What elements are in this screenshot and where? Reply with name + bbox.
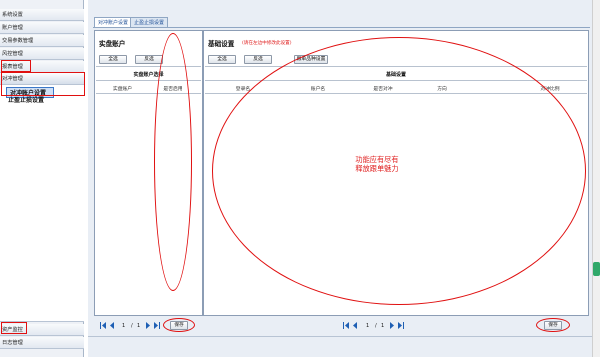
right-page-current[interactable]: 1 [366,323,369,329]
right-first-page-icon[interactable] [343,322,349,329]
sidebar-item-account-management[interactable]: 账户管理 [0,22,84,34]
next-page-icon[interactable] [145,322,151,329]
scrollbar-thumb[interactable] [593,262,600,276]
annotation-ellipse-basic-settings [212,37,586,305]
basic-settings-title: 基础设置 [208,40,235,48]
annotation-box-hedge-management [1,72,85,96]
left-page-current[interactable]: 1 [122,323,125,329]
left-page-total: 1 [137,323,141,329]
right-invert-selection-button[interactable]: 反选 [244,55,272,64]
right-prev-page-icon[interactable] [352,322,358,329]
vertical-scrollbar[interactable] [592,0,600,357]
sidebar-item-risk-control[interactable]: 风控管理 [0,48,84,60]
annotation-box-reports [1,60,31,72]
left-page-separator: / [131,323,133,329]
first-page-icon[interactable] [100,322,106,329]
tab-divider [93,27,590,28]
annotation-ellipse-account-list [154,33,192,291]
right-select-all-button[interactable]: 全选 [208,55,236,64]
left-invert-selection-button[interactable]: 反选 [135,55,163,64]
prev-page-icon[interactable] [109,322,115,329]
sidebar-item-trade-params[interactable]: 交易参数管理 [0,35,84,47]
right-next-page-icon[interactable] [389,322,395,329]
last-page-icon[interactable] [154,322,160,329]
annotation-ellipse-left-save [163,318,195,332]
col-header-real-account[interactable]: 实盘账户 [100,85,145,92]
right-last-page-icon[interactable] [398,322,404,329]
basic-settings-note: (请在左边中修改此设置) [242,41,292,46]
sidebar-subitem-stop-profit-loss[interactable]: 止盈止损设置 [8,95,44,104]
sidebar-subpanel: 对冲账户设置 止盈止损设置 [0,84,84,322]
sidebar-nav: 系统设置 账户管理 交易参数管理 风控管理 报表管理 对冲管理 对冲账户设置 止… [0,0,84,357]
annotation-box-asset-monitor [1,322,27,334]
tab-stop-profit-loss[interactable]: 止盈止损设置 [130,17,169,27]
tab-hedge-account-settings[interactable]: 对冲账户设置 [94,17,133,27]
sidebar-item-system-settings[interactable]: 系统设置 [0,9,84,21]
real-account-title: 实盘账户 [99,40,126,48]
footer-divider [88,336,592,337]
annotation-ellipse-right-save [536,318,570,332]
right-page-total: 1 [381,323,385,329]
left-select-all-button[interactable]: 全选 [99,55,127,64]
right-page-separator: / [375,323,377,329]
sidebar-item-log-management[interactable]: 日志管理 [0,337,84,349]
